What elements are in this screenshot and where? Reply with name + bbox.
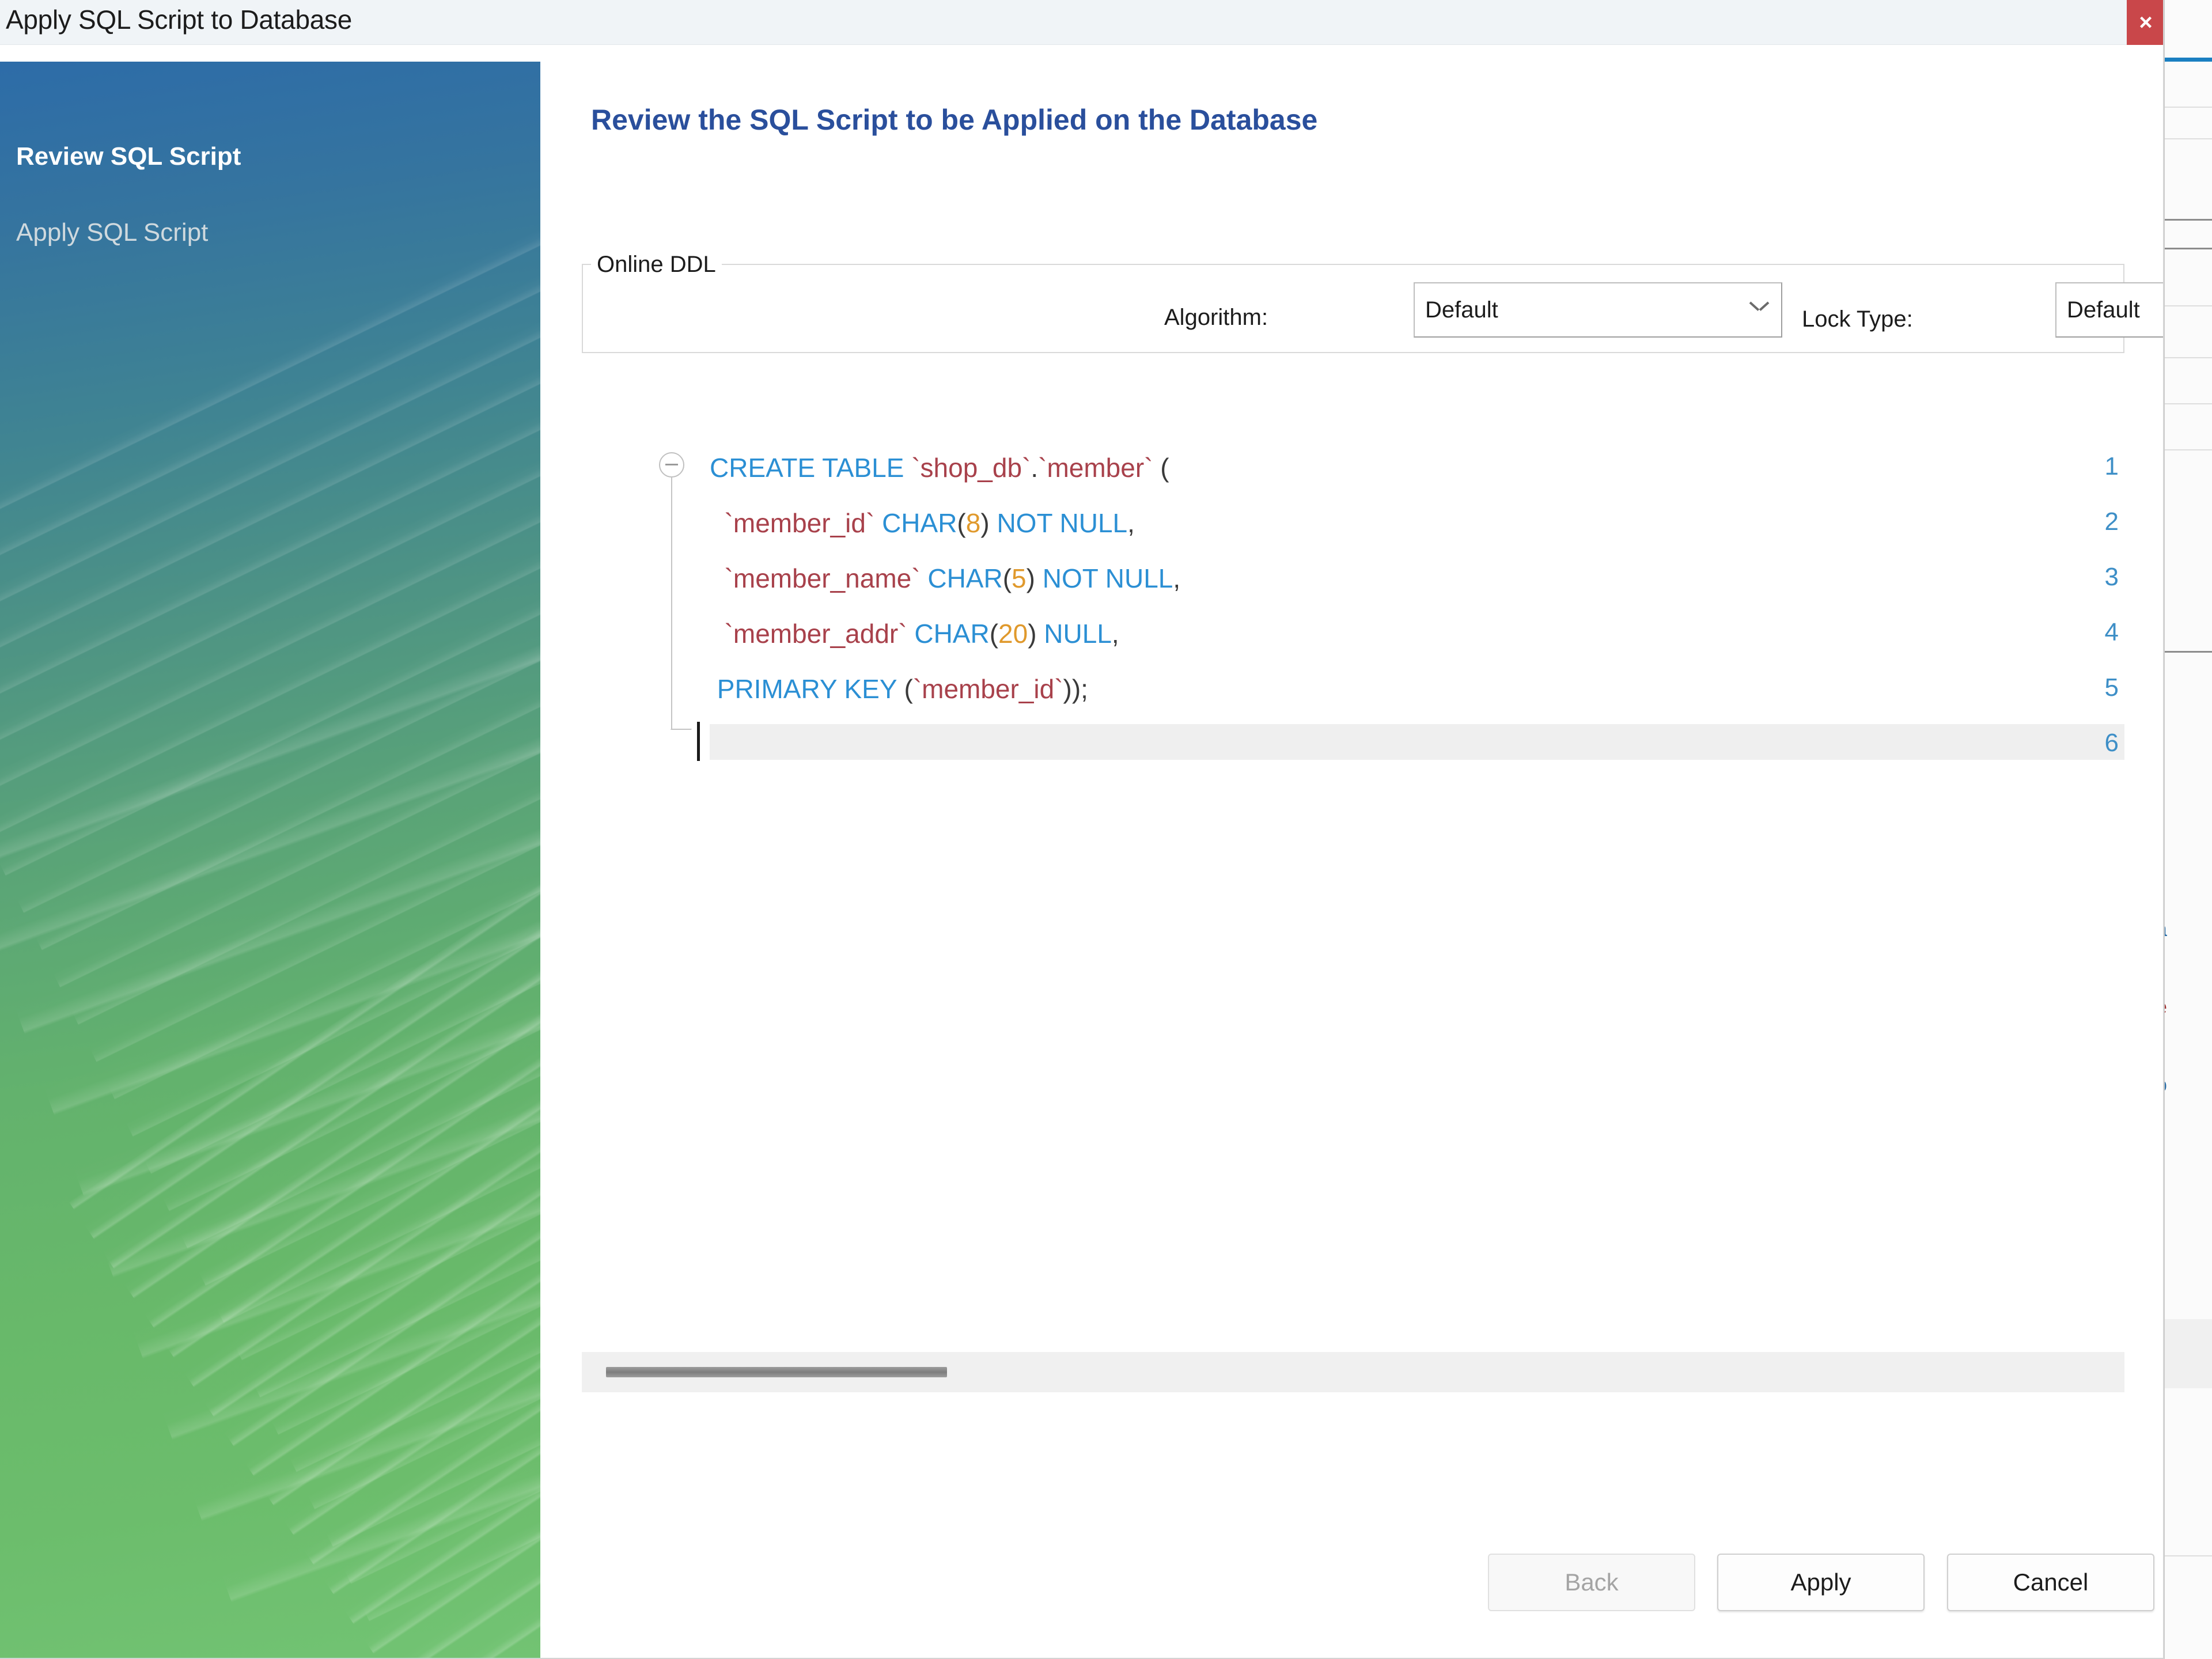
line-number: 3 — [2104, 563, 2119, 591]
background-window[interactable]: a e o — [2163, 0, 2212, 1659]
algorithm-selected-value: Default — [1425, 297, 1498, 323]
main-content: Review the SQL Script to be Applied on t… — [540, 62, 2163, 1658]
code-token: `shop_db` — [911, 453, 1031, 483]
page-title: Review the SQL Script to be Applied on t… — [591, 104, 1318, 136]
line-number: 4 — [2104, 618, 2119, 646]
algorithm-select[interactable]: Default — [1414, 282, 1782, 338]
background-window-text-fragment: e — [2165, 997, 2212, 1017]
background-window-rule — [2165, 1555, 2212, 1556]
chevron-down-icon — [1750, 301, 1768, 313]
background-window-rule — [2165, 403, 2212, 404]
code-fold-column — [652, 442, 710, 1352]
code-token: CREATE TABLE — [710, 453, 912, 483]
online-ddl-legend: Online DDL — [591, 252, 722, 278]
code-token: `member_id` — [912, 674, 1063, 704]
close-icon: × — [2139, 10, 2153, 35]
code-token: , — [1127, 508, 1135, 538]
code-token: , — [1173, 563, 1181, 593]
fold-guide-line — [671, 478, 672, 730]
title-bar[interactable]: Apply SQL Script to Database × — [0, 0, 2163, 45]
code-line: `member_name` CHAR(5) NOT NULL, — [710, 563, 1181, 594]
background-window-rule — [2165, 107, 2212, 108]
code-token: NULL — [1036, 619, 1112, 649]
lock-type-selected-value: Default — [2067, 297, 2140, 323]
algorithm-label: Algorithm: — [1164, 305, 1268, 330]
code-token: `member_id` — [710, 508, 875, 538]
line-number: 2 — [2104, 507, 2119, 536]
background-window-rule — [2165, 357, 2212, 358]
code-token: CHAR — [907, 619, 990, 649]
wizard-step-sidebar: Review SQL Script Apply SQL Script — [0, 62, 540, 1658]
code-token: ( — [957, 508, 966, 538]
background-window-band — [2165, 1319, 2212, 1388]
collapse-fold-icon[interactable] — [659, 452, 684, 478]
lock-type-select[interactable]: Default — [2055, 282, 2163, 338]
fold-dash — [665, 464, 678, 465]
background-window-rule — [2165, 305, 2212, 306]
editor-horizontal-scrollbar[interactable] — [582, 1352, 2124, 1392]
apply-button[interactable]: Apply — [1717, 1554, 1925, 1611]
code-token: 20 — [998, 619, 1028, 649]
close-button[interactable]: × — [2127, 0, 2163, 45]
code-token: `member_addr` — [710, 619, 907, 649]
code-token: ( — [1153, 453, 1169, 483]
window-title: Apply SQL Script to Database — [6, 5, 352, 35]
code-token: NOT NULL — [989, 508, 1128, 538]
code-token: ) — [980, 508, 990, 538]
code-token: CHAR — [874, 508, 957, 538]
code-token: `member` — [1038, 453, 1153, 483]
code-token: , — [1111, 619, 1119, 649]
lock-type-label: Lock Type: — [1802, 306, 1913, 332]
code-line: CREATE TABLE `shop_db`.`member` ( — [710, 452, 1169, 483]
code-token: ( — [896, 674, 913, 704]
code-token: 5 — [1012, 563, 1027, 593]
cancel-button[interactable]: Cancel — [1947, 1554, 2154, 1611]
code-token: ) — [1026, 563, 1035, 593]
line-number: 5 — [2104, 673, 2119, 702]
fold-guide-foot — [670, 729, 692, 730]
background-window-text-fragment: o — [2165, 1074, 2212, 1095]
code-token: 8 — [965, 508, 981, 538]
code-token: ) — [1028, 619, 1037, 649]
code-line: `member_addr` CHAR(20) NULL, — [710, 618, 1119, 649]
current-line-highlight — [697, 724, 2124, 760]
editor-horizontal-scrollbar-thumb[interactable] — [606, 1367, 947, 1377]
code-line: PRIMARY KEY (`member_id`)); — [710, 673, 1088, 704]
background-window-rule — [2165, 248, 2212, 249]
code-token: ( — [1002, 563, 1012, 593]
sidebar-item-review-sql-script[interactable]: Review SQL Script — [16, 142, 241, 171]
code-token: `member_name` — [710, 563, 921, 593]
back-button[interactable]: Back — [1488, 1554, 1695, 1611]
code-token: . — [1031, 453, 1039, 483]
background-window-accent-bar — [2165, 58, 2212, 62]
background-window-rule — [2165, 651, 2212, 653]
code-token: ( — [989, 619, 999, 649]
apply-sql-script-dialog: Apply SQL Script to Database × Review SQ… — [0, 0, 2164, 1659]
background-window-rule — [2165, 219, 2212, 221]
text-cursor — [697, 722, 700, 761]
line-number-gutter — [582, 442, 652, 1352]
code-token: )); — [1063, 674, 1088, 704]
line-number: 1 — [2104, 452, 2119, 480]
code-token: CHAR — [920, 563, 1003, 593]
code-line: `member_id` CHAR(8) NOT NULL, — [710, 507, 1135, 539]
sql-script-editor[interactable]: 1 2 3 4 5 6 CREATE TABLE `shop_db`.`member` (… — [582, 442, 2124, 1352]
sidebar-item-apply-sql-script[interactable]: Apply SQL Script — [16, 218, 208, 247]
background-window-text-fragment: a — [2165, 919, 2212, 940]
code-token: PRIMARY KEY — [710, 674, 897, 704]
line-number: 6 — [2104, 729, 2119, 757]
code-token: NOT NULL — [1035, 563, 1173, 593]
background-window-rule — [2165, 449, 2212, 450]
background-window-rule — [2165, 138, 2212, 139]
